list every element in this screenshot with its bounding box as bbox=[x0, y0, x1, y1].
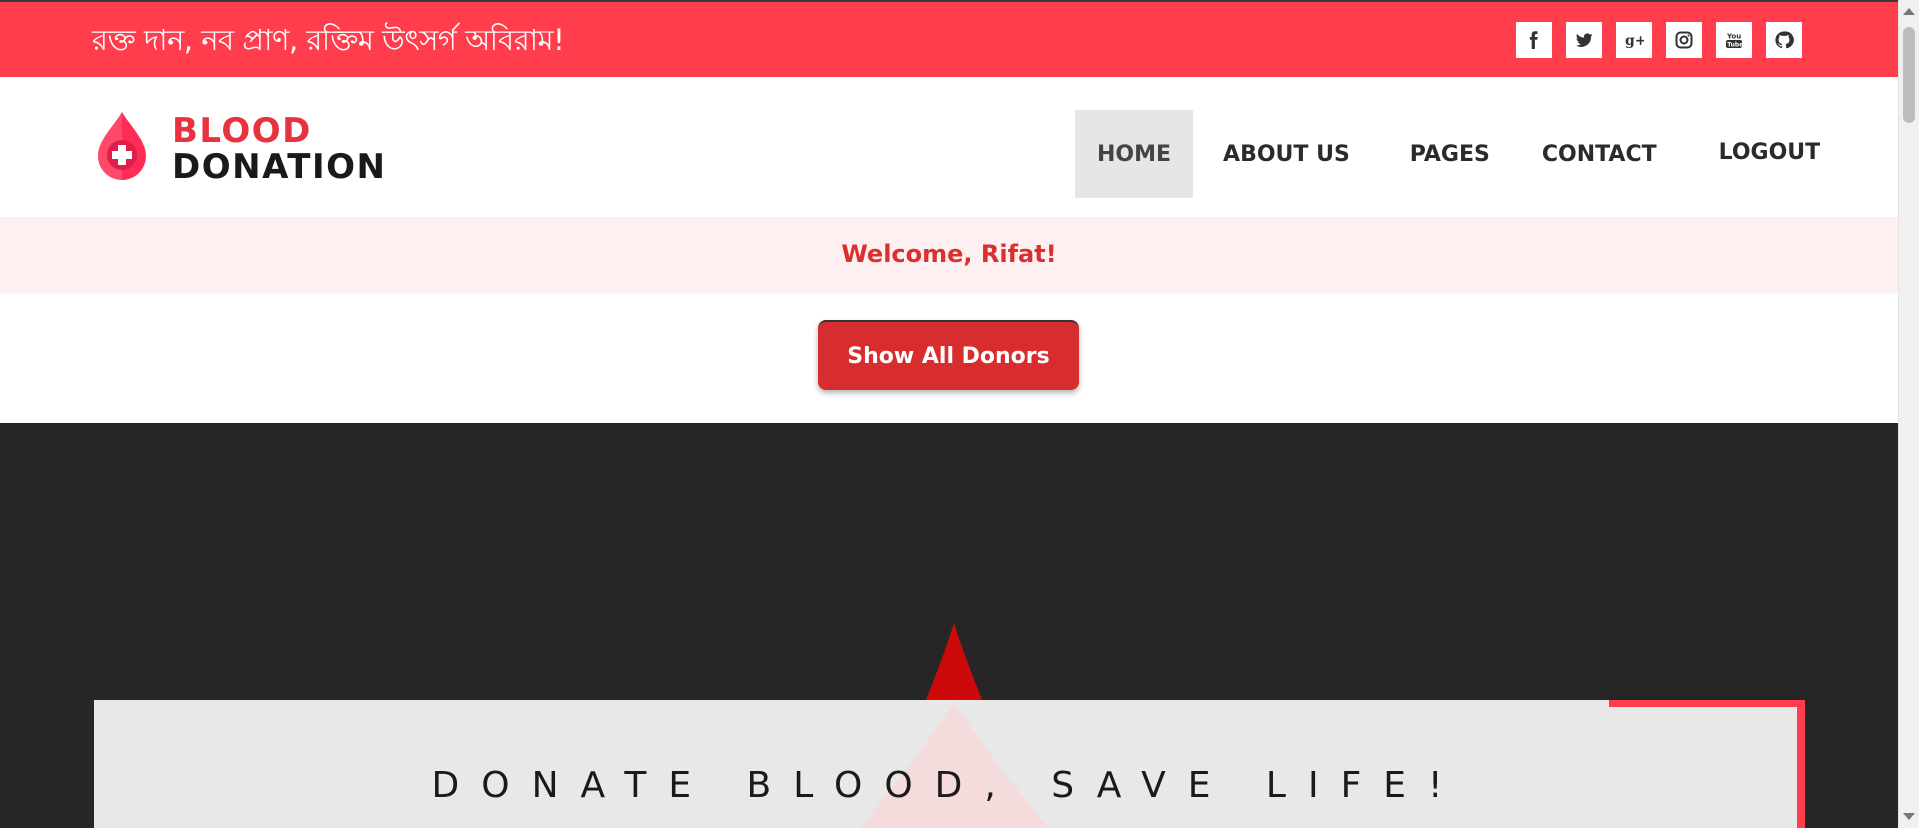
hero-accent-right bbox=[1797, 700, 1805, 828]
hero-accent-top bbox=[1609, 700, 1805, 707]
svg-text:Tube: Tube bbox=[1727, 42, 1743, 49]
main-nav: HOME ABOUT US PAGES CONTACT LOGOUT bbox=[1075, 110, 1842, 198]
logo-text-blood: BLOOD bbox=[172, 111, 312, 151]
blood-drop-logo-icon bbox=[98, 112, 146, 180]
hero-card bbox=[94, 700, 1802, 828]
welcome-banner: Welcome, Rifat! bbox=[0, 217, 1898, 291]
scroll-up-arrow-icon[interactable] bbox=[1903, 8, 1915, 15]
nav-contact[interactable]: CONTACT bbox=[1520, 110, 1679, 198]
welcome-text: Welcome, Rifat! bbox=[841, 240, 1057, 268]
site-header: BLOOD DONATION HOME ABOUT US PAGES CONTA… bbox=[0, 77, 1898, 217]
top-bar: রক্ত দান, নব প্রাণ, রক্তিম উৎসর্গ অবিরাম… bbox=[0, 0, 1898, 77]
nav-logout[interactable]: LOGOUT bbox=[1679, 108, 1843, 196]
page: রক্ত দান, নব প্রাণ, রক্তিম উৎসর্গ অবিরাম… bbox=[0, 0, 1898, 828]
google-plus-icon[interactable]: g+ bbox=[1616, 22, 1652, 58]
nav-pages[interactable]: PAGES bbox=[1380, 110, 1520, 198]
tagline: রক্ত দান, নব প্রাণ, রক্তিম উৎসর্গ অবিরাম… bbox=[92, 23, 565, 57]
hero-title: DONATE BLOOD, SAVE LIFE! bbox=[431, 765, 1465, 806]
github-icon[interactable] bbox=[1766, 22, 1802, 58]
site-logo[interactable]: BLOOD DONATION bbox=[92, 110, 385, 187]
hero-section: DONATE BLOOD, SAVE LIFE! bbox=[0, 423, 1898, 828]
scroll-thumb[interactable] bbox=[1903, 27, 1915, 123]
svg-text:g+: g+ bbox=[1625, 33, 1644, 49]
svg-text:You: You bbox=[1726, 33, 1741, 41]
youtube-icon[interactable]: You Tube bbox=[1716, 22, 1752, 58]
twitter-icon[interactable] bbox=[1566, 22, 1602, 58]
nav-home[interactable]: HOME bbox=[1075, 110, 1194, 198]
scroll-down-arrow-icon[interactable] bbox=[1903, 813, 1915, 820]
show-all-donors-button[interactable]: Show All Donors bbox=[818, 320, 1079, 390]
nav-about-us[interactable]: ABOUT US bbox=[1193, 110, 1380, 198]
page-scrollbar[interactable] bbox=[1898, 0, 1919, 828]
social-links: g+ You Tube bbox=[1516, 22, 1802, 58]
facebook-icon[interactable] bbox=[1516, 22, 1552, 58]
instagram-icon[interactable] bbox=[1666, 22, 1702, 58]
logo-text-donation: DONATION bbox=[172, 147, 387, 187]
